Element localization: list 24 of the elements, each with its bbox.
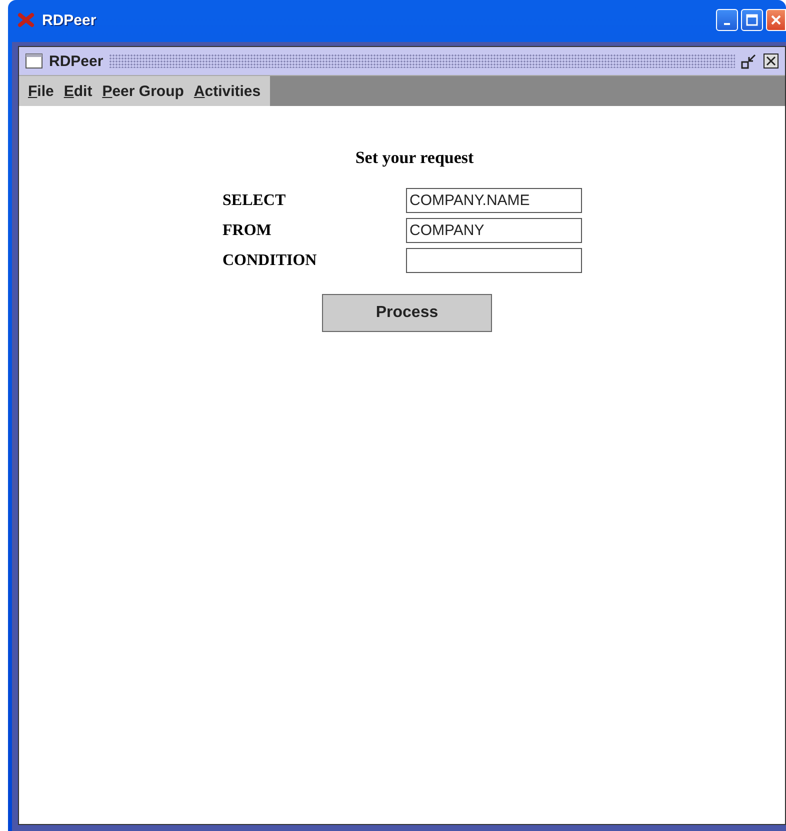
maximize-button[interactable] [741,9,763,31]
window-icon [25,53,43,69]
process-button[interactable]: Process [322,294,492,332]
menu-item[interactable]: Peer Group [97,82,189,100]
form-heading: Set your request [355,148,474,168]
input-field[interactable] [406,248,582,273]
close-icon[interactable] [763,53,779,69]
maximize-icon [746,14,758,26]
minimize-icon [724,23,730,25]
menu-item[interactable]: Edit [58,82,98,100]
restore-icon[interactable] [741,53,757,69]
field-label: FROM [222,222,272,240]
app-icon [18,12,34,28]
input-field[interactable]: COMPANY [406,218,582,243]
field-label: CONDITION [222,252,318,270]
menu-item[interactable]: File [23,82,59,100]
field-label: SELECT [222,192,287,210]
menu-item[interactable]: Activities [188,82,266,100]
window-title: RDPeer [42,12,96,28]
internal-frame-title: RDPeer [49,52,104,70]
input-field[interactable]: COMPANY.NAME [406,188,582,213]
close-icon [770,14,782,26]
minimize-button[interactable] [716,9,738,31]
close-button[interactable] [766,9,786,31]
